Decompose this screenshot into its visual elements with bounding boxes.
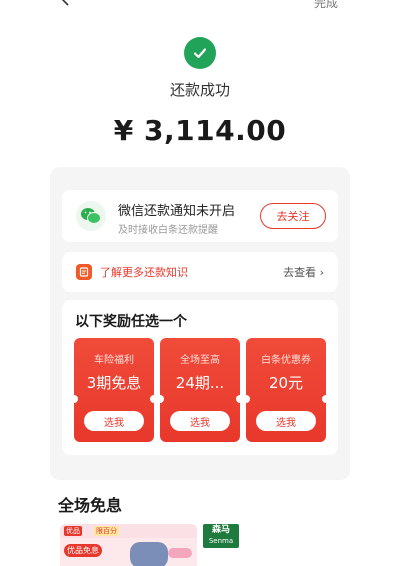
repayment-tips-card[interactable]: 了解更多还款知识 去查看 › (62, 252, 338, 292)
coupon-notch (242, 395, 250, 403)
select-button[interactable]: 选我 (256, 411, 316, 431)
brand-name-en: Senma (208, 537, 234, 545)
coupon-notch (156, 395, 164, 403)
coupon-value: 20元 (268, 374, 304, 392)
section-title: 全场免息 (58, 496, 123, 515)
coupon-label: 白条优惠券 (261, 355, 311, 366)
promo-card-left[interactable]: 优品 限百分 优品免息 (60, 524, 197, 566)
watch-strap-image (168, 548, 192, 558)
select-button[interactable]: 选我 (170, 411, 230, 431)
view-tips-link[interactable]: 去查看 › (283, 264, 324, 280)
tips-text: 了解更多还款知识 (100, 266, 188, 279)
wechat-notice-subtitle: 及时接收白条还款提醒 (118, 225, 218, 236)
reward-card: 以下奖励任选一个 车险福利 3期免息 选我 全场至高 24期... 选我 白条优… (62, 300, 338, 455)
done-button[interactable]: 完成 (314, 0, 338, 11)
reward-coupon-car-insurance[interactable]: 车险福利 3期免息 选我 (70, 338, 158, 442)
reward-coupon-installment[interactable]: 全场至高 24期... 选我 (156, 338, 244, 442)
follow-button[interactable]: 去关注 (260, 203, 326, 229)
top-bar: 完成 (0, 0, 400, 12)
coupon-value: 24期... (175, 374, 225, 392)
back-arrow-icon[interactable] (58, 0, 72, 6)
wechat-notice-card: 微信还款通知未开启 及时接收白条还款提醒 去关注 (62, 190, 338, 242)
select-button[interactable]: 选我 (84, 411, 144, 431)
promo-badge: 优品 (64, 526, 82, 536)
reward-title: 以下奖励任选一个 (75, 314, 187, 330)
repayment-status: 还款成功 ¥ 3,114.00 (0, 30, 400, 147)
promo-tag: 优品免息 (64, 544, 102, 557)
wechat-icon (76, 201, 106, 231)
brand-name-cn: 森马 (211, 525, 230, 535)
promo-badge: 限百分 (94, 526, 119, 536)
success-check-icon (184, 37, 216, 69)
reward-coupon-voucher[interactable]: 白条优惠券 20元 选我 (242, 338, 330, 442)
coupon-value: 3期免息 (86, 374, 142, 392)
repayment-amount: ¥ 3,114.00 (113, 114, 287, 147)
status-title: 还款成功 (169, 81, 230, 99)
promo-card-right[interactable]: 森马 Senma (203, 524, 340, 566)
coupon-label: 车险福利 (94, 355, 134, 366)
coupon-label: 全场至高 (180, 355, 220, 366)
coupon-notch (70, 395, 78, 403)
senma-logo: 森马 Senma (203, 524, 239, 548)
document-icon (76, 264, 92, 280)
smartwatch-image (130, 542, 168, 566)
wechat-notice-title: 微信还款通知未开启 (118, 204, 236, 219)
coupon-notch (322, 395, 330, 403)
